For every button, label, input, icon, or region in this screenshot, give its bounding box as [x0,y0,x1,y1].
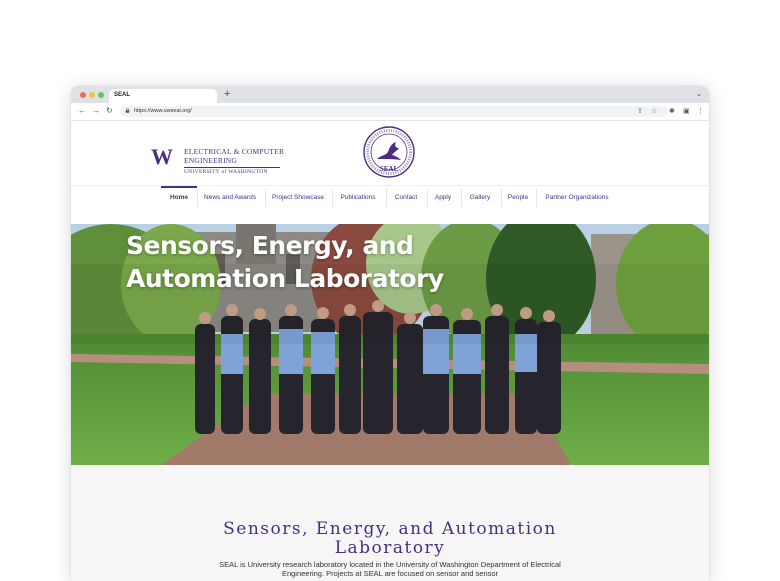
nav-separator [461,189,462,207]
department-line-2: ENGINEERING [184,156,238,165]
nav-apply[interactable]: Apply [429,186,457,210]
url-text: https://www.uwseal.org/ [134,108,192,114]
new-tab-button[interactable]: + [224,87,230,101]
nav-project-showcase[interactable]: Project Showcase [267,186,329,210]
sidepanel-icon[interactable]: ▣ [683,107,690,115]
browser-toolbar: ← → ↻ https://www.uwseal.org/ ⇧ ☆ ✱ ▣ ⋮ [71,103,709,121]
nav-partner-organizations[interactable]: Partner Organizations [538,186,616,210]
star-icon[interactable]: ☆ [651,107,657,115]
tab-title: SEAL [114,92,131,98]
hero-title-line-1: Sensors, Energy, and [126,231,414,260]
nav-gallery[interactable]: Gallery [463,186,497,210]
close-window-button[interactable] [80,92,86,98]
intro-title-line-1: Sensors, Energy, and Automation [223,519,557,539]
seal-badge-text: SEAL [380,165,399,173]
nav-separator [386,189,387,207]
address-bar[interactable]: https://www.uwseal.org/ ⇧ ☆ [120,106,668,117]
nav-news-and-awards[interactable]: News and Awards [199,186,261,210]
kebab-menu-icon[interactable]: ⋮ [697,107,704,115]
minimize-window-button[interactable] [89,92,95,98]
intro-description: SEAL is University research laboratory l… [219,560,561,578]
main-nav: Home News and Awards Project Showcase Pu… [71,185,709,210]
tab-seal[interactable]: SEAL [109,89,217,103]
hero-title: Sensors, Energy, and Automation Laborato… [126,229,456,295]
lock-icon [125,108,130,113]
chevron-down-icon[interactable]: ⌄ [696,90,702,98]
tab-strip: SEAL + ⌄ [71,86,709,103]
reload-icon[interactable]: ↻ [106,106,113,116]
nav-home[interactable]: Home [163,186,195,210]
hero-banner: Sensors, Energy, and Automation Laborato… [71,224,709,465]
website: W ELECTRICAL & COMPUTER ENGINEERING UNIV… [71,121,709,581]
nav-contact[interactable]: Contact [388,186,424,210]
logo-divider [184,167,280,168]
maximize-window-button[interactable] [98,92,104,98]
hero-title-line-2: Automation Laboratory [126,264,444,293]
nav-separator [501,189,502,207]
share-icon[interactable]: ⇧ [637,107,643,115]
nav-separator [197,189,198,207]
nav-separator [536,189,537,207]
university-name: UNIVERSITY of WASHINGTON [184,169,268,175]
back-arrow-icon[interactable]: ← [78,106,86,116]
seal-lab-logo[interactable]: SEAL [363,126,415,178]
intro-title: Sensors, Energy, and Automation Laborato… [71,520,709,558]
intro-section: Sensors, Energy, and Automation Laborato… [71,465,709,581]
intro-title-line-2: Laboratory [334,538,446,558]
forward-arrow-icon[interactable]: → [92,106,100,116]
uw-logo-mark[interactable]: W [151,146,173,168]
extensions-icon[interactable]: ✱ [669,107,675,115]
nav-separator [332,189,333,207]
nav-separator [427,189,428,207]
department-name[interactable]: ELECTRICAL & COMPUTER ENGINEERING [184,147,284,165]
nav-people[interactable]: People [503,186,533,210]
nav-separator [265,189,266,207]
department-line-1: ELECTRICAL & COMPUTER [184,147,285,156]
nav-publications[interactable]: Publications [334,186,382,210]
browser-window: SEAL + ⌄ ← → ↻ https://www.uwseal.org/ ⇧… [71,86,709,581]
